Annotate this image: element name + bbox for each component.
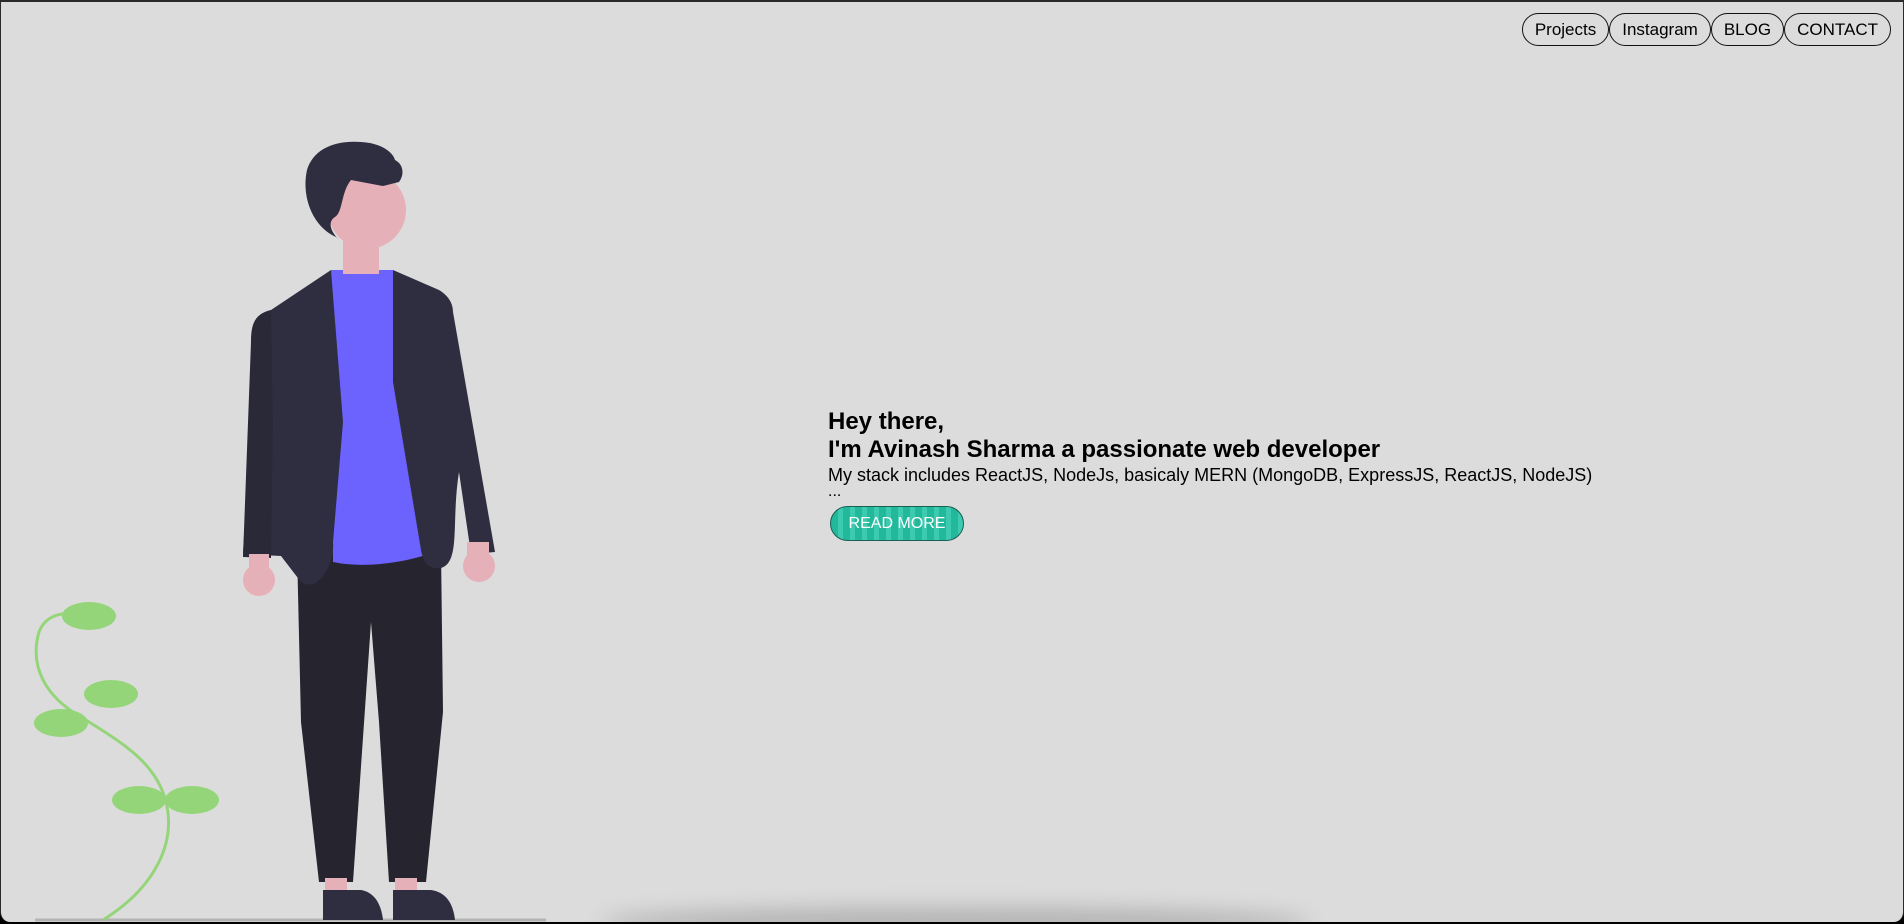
read-more-button[interactable]: READ MORE bbox=[830, 506, 964, 541]
nav-projects-button[interactable]: Projects bbox=[1521, 13, 1610, 46]
greeting-heading: Hey there, bbox=[828, 408, 945, 435]
nav-blog-button[interactable]: BLOG bbox=[1710, 13, 1785, 46]
intro-heading: I'm Avinash Sharma a passionate web deve… bbox=[828, 436, 1381, 463]
stack-description: My stack includes ReactJS, NodeJs, basic… bbox=[828, 465, 1593, 485]
page: Projects Instagram BLOG CONTACT Hey ther… bbox=[0, 0, 1904, 922]
nav-contact-button[interactable]: CONTACT bbox=[1784, 13, 1891, 46]
man-standing-illustration bbox=[34, 141, 546, 922]
ellipsis-text: ... bbox=[828, 483, 842, 500]
hero-section: Hey there, I'm Avinash Sharma a passiona… bbox=[828, 408, 1592, 541]
footer-shadow bbox=[601, 907, 1311, 922]
top-nav: Projects Instagram BLOG CONTACT bbox=[1521, 13, 1891, 46]
plant-illustration bbox=[34, 602, 219, 922]
nav-instagram-button[interactable]: Instagram bbox=[1609, 13, 1711, 46]
